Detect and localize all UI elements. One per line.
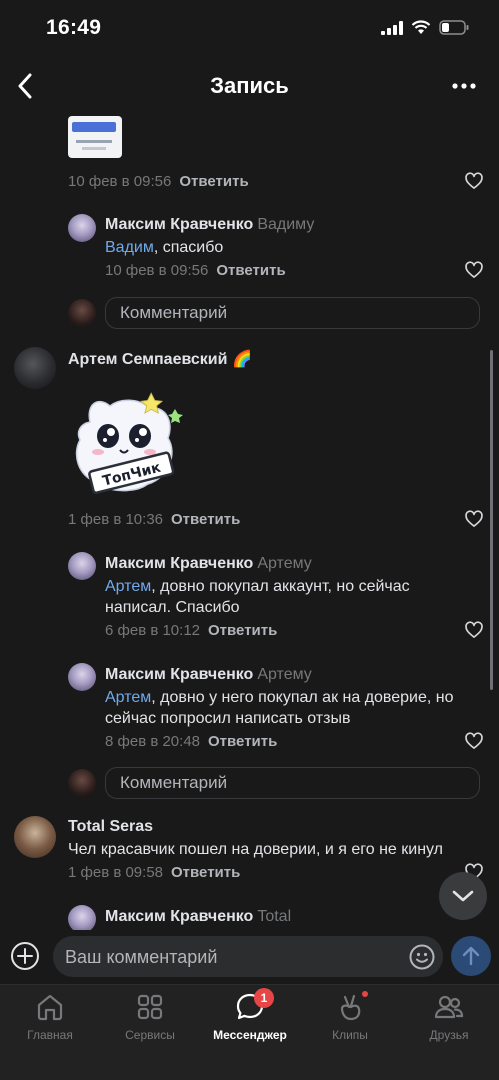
comment-date: 1 фев в 09:58 <box>68 864 164 881</box>
like-icon[interactable] <box>464 171 484 191</box>
wifi-icon <box>411 20 431 34</box>
comment-meta: 1 фев в 10:36 Ответить <box>68 511 240 528</box>
reply-button[interactable]: Ответить <box>171 864 240 881</box>
comments-feed[interactable]: 10 фев в 09:56 Ответить Максим Кравченко В… <box>0 112 499 930</box>
comment-text: Вадим, спасибо <box>105 239 224 256</box>
comment-date: 10 фев в 09:56 <box>68 173 172 190</box>
avatar[interactable] <box>14 347 56 389</box>
chevron-down-icon <box>452 890 474 902</box>
tab-friends[interactable]: Друзья <box>399 991 499 1049</box>
comment-meta: 10 фев в 09:56 Ответить <box>68 173 249 190</box>
comment-author[interactable]: Максим Кравченко Вадиму <box>105 216 314 234</box>
clips-indicator <box>362 991 368 997</box>
mention-link[interactable]: Вадим <box>105 239 154 256</box>
comment-author[interactable]: Максим Кравченко Total <box>105 908 291 926</box>
like-icon[interactable] <box>464 260 484 280</box>
emoji-icon[interactable] <box>409 944 435 970</box>
tab-home[interactable]: Главная <box>0 991 100 1049</box>
comment-text: Чел красавчик пошел на доверии, и я его … <box>68 841 444 858</box>
status-time: 16:49 <box>46 16 102 39</box>
comment-author[interactable]: Максим Кравченко Артему <box>105 666 312 684</box>
reply-button[interactable]: Ответить <box>179 173 248 190</box>
tab-messenger[interactable]: 1 Мессенджер <box>200 988 300 1049</box>
scroll-down-button[interactable] <box>439 872 487 920</box>
avatar[interactable] <box>68 663 96 691</box>
like-icon[interactable] <box>464 509 484 529</box>
reply-button[interactable]: Ответить <box>171 511 240 528</box>
comment-input[interactable]: Комментарий <box>105 767 480 799</box>
comment-date: 6 фев в 10:12 <box>105 622 201 639</box>
more-icon <box>452 83 476 89</box>
comment-meta: 10 фев в 09:56 Ответить <box>105 262 286 279</box>
home-icon <box>37 994 63 1021</box>
comment-text: Артем, довно покупал аккаунт, но сейчас н… <box>105 578 410 616</box>
page-title: Запись <box>210 73 289 98</box>
comment-meta: 1 фев в 09:58 Ответить <box>68 864 240 881</box>
avatar[interactable] <box>14 816 56 858</box>
avatar[interactable] <box>68 905 96 930</box>
tab-bar: Главная Сервисы 1 Мессенджер Клипы Друзь… <box>0 984 499 1080</box>
add-attachment-icon[interactable] <box>10 941 40 971</box>
unread-badge: 1 <box>254 988 274 1008</box>
my-avatar <box>68 299 96 327</box>
services-icon <box>137 994 163 1020</box>
comment-input[interactable]: Комментарий <box>105 297 480 329</box>
friends-icon <box>434 995 464 1019</box>
comment-date: 8 фев в 20:48 <box>105 733 201 750</box>
like-icon[interactable] <box>464 731 484 751</box>
tab-clips[interactable]: Клипы <box>300 991 400 1049</box>
composer <box>0 930 499 984</box>
battery-icon <box>439 20 469 35</box>
avatar[interactable] <box>68 214 96 242</box>
comment-author[interactable]: Артем Семпаевский 🌈 <box>68 349 252 369</box>
comment-date: 10 фев в 09:56 <box>105 262 209 279</box>
arrow-up-icon <box>462 946 480 966</box>
signal-icon <box>381 20 403 35</box>
scrollbar[interactable] <box>490 350 493 690</box>
comment-author[interactable]: Total Seras <box>68 818 153 836</box>
comment-meta: 6 фев в 10:12 Ответить <box>105 622 277 639</box>
status-icons <box>381 20 469 35</box>
rainbow-emoji: 🌈 <box>231 349 252 368</box>
sticker[interactable]: ТопЧик <box>68 392 188 504</box>
mention-link[interactable]: Артем <box>105 578 151 595</box>
status-bar: 16:49 <box>0 0 499 60</box>
reply-button[interactable]: Ответить <box>208 733 277 750</box>
nav-bar: Запись <box>0 60 499 112</box>
more-button[interactable] <box>449 72 479 100</box>
comment-field <box>53 936 443 977</box>
send-button[interactable] <box>451 936 491 976</box>
my-avatar <box>68 769 96 797</box>
comment-meta: 8 фев в 20:48 Ответить <box>105 733 277 750</box>
comment-text: Артем, довно у него покупал ак на довери… <box>105 689 454 727</box>
reply-button[interactable]: Ответить <box>216 262 285 279</box>
mention-link[interactable]: Артем <box>105 689 151 706</box>
clips-icon <box>340 994 361 1021</box>
attached-image[interactable] <box>68 116 122 158</box>
comment-input-field[interactable] <box>65 944 395 970</box>
tab-services[interactable]: Сервисы <box>100 991 200 1049</box>
reply-button[interactable]: Ответить <box>208 622 277 639</box>
avatar[interactable] <box>68 552 96 580</box>
comment-author[interactable]: Максим Кравченко Артему <box>105 555 312 573</box>
like-icon[interactable] <box>464 620 484 640</box>
comment-date: 1 фев в 10:36 <box>68 511 164 528</box>
